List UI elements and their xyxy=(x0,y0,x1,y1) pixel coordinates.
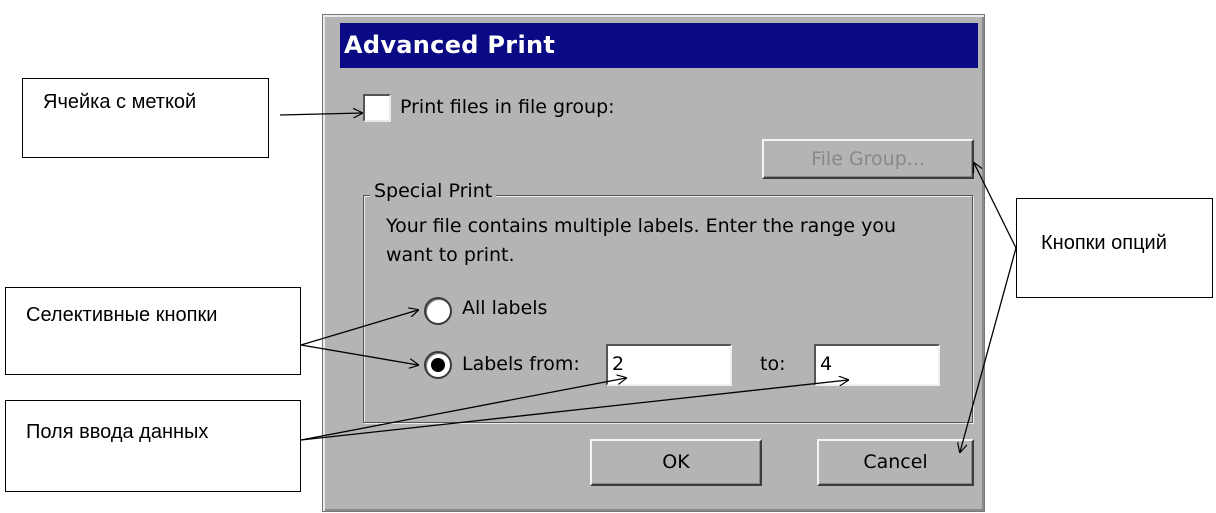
annotation-arrows xyxy=(279,0,1017,513)
arrow-to-cancel-button xyxy=(960,247,1017,452)
arrow-to-from-field xyxy=(300,378,626,441)
arrow-to-to-field xyxy=(300,380,848,441)
arrow-to-all-labels-radio xyxy=(300,310,418,346)
arrow-to-labels-from-radio xyxy=(300,344,418,365)
arrow-to-checkbox xyxy=(279,113,362,115)
arrow-to-file-group-button xyxy=(974,163,1017,249)
